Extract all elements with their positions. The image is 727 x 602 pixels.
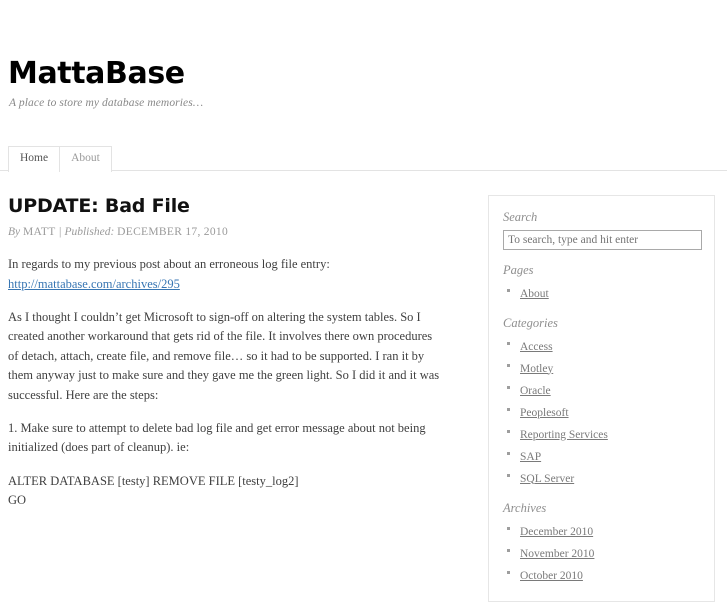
widget-title-categories: Categories: [503, 315, 558, 330]
pages-list: About: [503, 283, 702, 303]
widget-archives: Archives December 2010 November 2010 Oct…: [503, 501, 702, 585]
widget-categories: Categories Access Motley Oracle Peopleso…: [503, 316, 702, 488]
post-paragraph-1-text: In regards to my previous post about an …: [8, 257, 330, 272]
site-title[interactable]: MattaBase: [8, 58, 727, 90]
post-article: UPDATE: Bad File By MATT | Published: DE…: [8, 195, 440, 511]
content-wrapper: UPDATE: Bad File By MATT | Published: DE…: [0, 171, 727, 602]
primary-navigation: Home About: [0, 146, 727, 172]
category-link-sap[interactable]: SAP: [520, 451, 541, 463]
widget-search: Search: [503, 210, 702, 250]
post-meta-separator: |: [58, 226, 62, 239]
site-header: MattaBase A place to store my database m…: [0, 0, 727, 109]
archive-link-november-2010[interactable]: November 2010: [520, 548, 594, 560]
widget-title-archives: Archives: [503, 500, 547, 515]
list-item: November 2010: [503, 543, 702, 563]
post-link-archives[interactable]: http://mattabase.com/archives/295: [8, 277, 180, 291]
category-link-peoplesoft[interactable]: Peoplesoft: [520, 407, 569, 419]
list-item: Peoplesoft: [503, 402, 702, 422]
nav-item-home[interactable]: Home: [8, 146, 61, 172]
post-title: UPDATE: Bad File: [8, 194, 190, 217]
list-item: Oracle: [503, 380, 702, 400]
post-meta-date: DECEMBER 17, 2010: [117, 226, 228, 239]
post-paragraph-3: 1. Make sure to attempt to delete bad lo…: [8, 420, 426, 455]
list-item: About: [503, 283, 702, 303]
widget-pages: Pages About: [503, 263, 702, 303]
widget-title-search: Search: [503, 209, 538, 224]
category-link-oracle[interactable]: Oracle: [520, 385, 551, 397]
sidebar: Search Pages About Categories Access Mot…: [440, 194, 719, 602]
post-meta: By MATT | Published: DECEMBER 17, 2010: [8, 226, 440, 238]
archives-list: December 2010 November 2010 October 2010: [503, 521, 702, 585]
category-link-reporting-services[interactable]: Reporting Services: [520, 429, 608, 441]
post-meta-author[interactable]: MATT: [23, 226, 56, 238]
category-link-access[interactable]: Access: [520, 341, 553, 353]
post-paragraph-2: As I thought I couldn’t get Microsoft to…: [8, 310, 440, 402]
site-description: A place to store my database memories…: [9, 96, 204, 109]
post-paragraph-1: In regards to my previous post about an …: [8, 255, 440, 294]
list-item: SAP: [503, 446, 702, 466]
list-item: Motley: [503, 358, 702, 378]
post-meta-published-label: Published:: [64, 226, 115, 239]
main-content: UPDATE: Bad File By MATT | Published: DE…: [0, 195, 440, 511]
category-link-sql-server[interactable]: SQL Server: [520, 473, 574, 485]
list-item: Access: [503, 336, 702, 356]
widget-area: Search Pages About Categories Access Mot…: [488, 194, 715, 602]
category-link-motley[interactable]: Motley: [520, 363, 553, 375]
list-item: SQL Server: [503, 468, 702, 488]
pages-link-about[interactable]: About: [520, 288, 549, 300]
post-code-line-1: ALTER DATABASE [testy] REMOVE FILE [test…: [8, 473, 299, 488]
post-meta-by-label: By: [8, 226, 21, 239]
post-code-block: ALTER DATABASE [testy] REMOVE FILE [test…: [8, 472, 440, 511]
archive-link-december-2010[interactable]: December 2010: [520, 526, 593, 538]
page-root: MattaBase A place to store my database m…: [0, 0, 727, 602]
nav-list: Home About: [8, 146, 727, 172]
widget-title-pages: Pages: [503, 262, 534, 277]
list-item: Reporting Services: [503, 424, 702, 444]
post-code-line-2: GO: [8, 493, 27, 508]
list-item: October 2010: [503, 565, 702, 585]
post-content: In regards to my previous post about an …: [8, 255, 440, 510]
nav-item-about[interactable]: About: [59, 146, 112, 172]
categories-list: Access Motley Oracle Peoplesoft Reportin…: [503, 336, 702, 488]
archive-link-october-2010[interactable]: October 2010: [520, 570, 583, 582]
search-input[interactable]: [503, 229, 702, 250]
list-item: December 2010: [503, 521, 702, 541]
